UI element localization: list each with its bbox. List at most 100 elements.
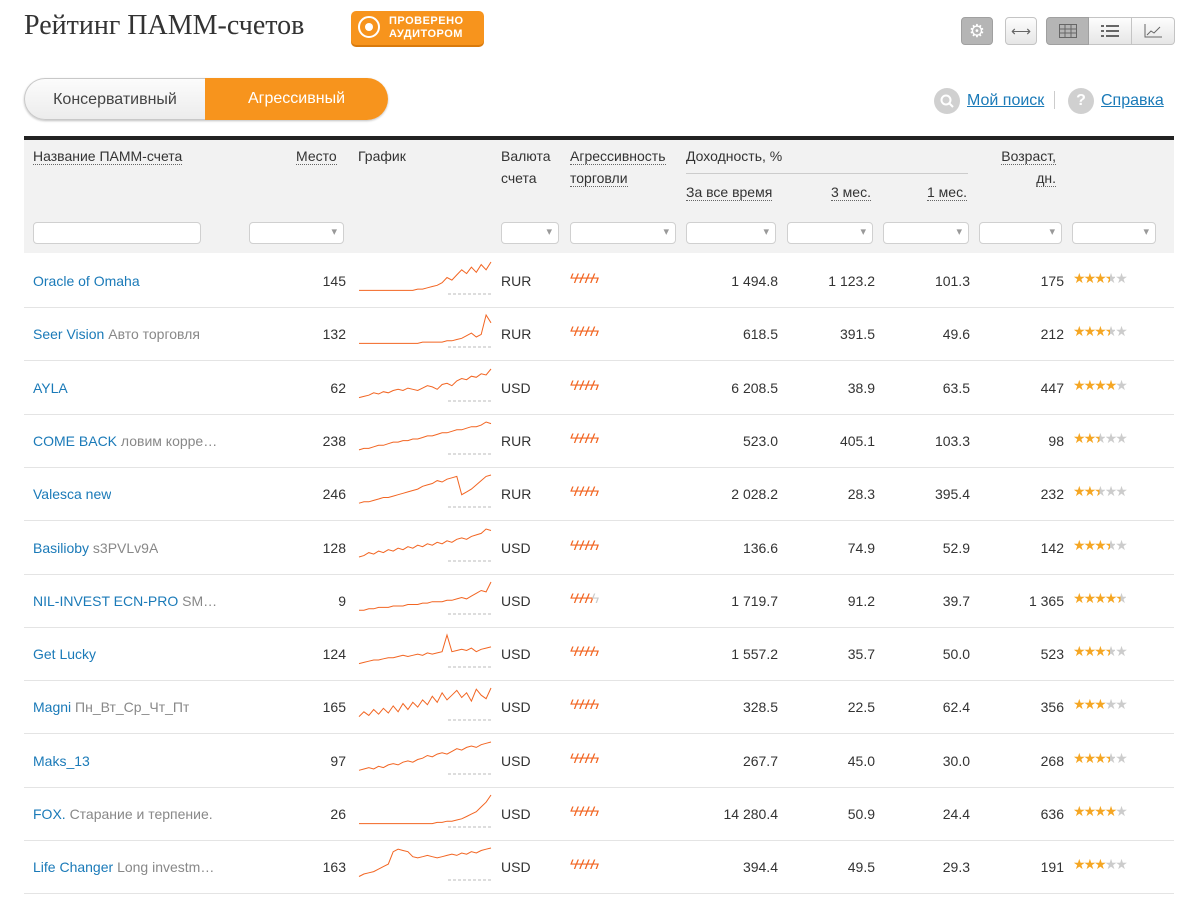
table-row[interactable]: Oracle of Omaha 145 RUR ϟϟϟϟϟ 1 494.8 1 123.2…: [24, 254, 1174, 308]
place-value: 62: [330, 379, 346, 396]
table-row[interactable]: Valesca new 246 RUR ϟϟϟϟϟ 2 028.2 28.3 395.4 23…: [24, 467, 1174, 522]
account-name-link[interactable]: Seer Vision Авто торговля: [33, 324, 200, 344]
my-search-label[interactable]: Мой поиск: [967, 92, 1044, 110]
age-days: 356: [1040, 699, 1064, 716]
currency-value: RUR: [501, 486, 532, 503]
filter-currency-select[interactable]: [501, 222, 559, 244]
yield-3m: 91.2: [847, 592, 875, 609]
sparkline-chart[interactable]: [358, 313, 492, 349]
filter-all-time-select[interactable]: [686, 222, 776, 244]
help-label[interactable]: Справка: [1101, 92, 1164, 110]
table-row[interactable]: Magni Пн_Вт_Ср_Чт_Пт 165 USD ϟϟϟϟϟ 328.5 22.5…: [24, 680, 1174, 735]
sparkline-line: [358, 421, 492, 451]
col-3m-header[interactable]: 3 мес.: [831, 181, 871, 203]
place-value: 128: [322, 539, 346, 556]
star-icon: ★: [1073, 270, 1085, 286]
col-chart-header: График: [358, 148, 406, 164]
rating-stars: ★★★★★: [1073, 321, 1128, 341]
col-age-header[interactable]: Возраст, дн.: [994, 145, 1056, 189]
star-icon: ★: [1094, 643, 1106, 660]
account-name-link[interactable]: AYLA: [33, 378, 68, 398]
expand-width-button[interactable]: ⟷: [1005, 17, 1037, 45]
table-row[interactable]: Seer Vision Авто торговля 132 RUR ϟϟϟϟϟ 618.…: [24, 307, 1174, 362]
filter-3m-select[interactable]: [787, 222, 873, 244]
place-value: 97: [330, 752, 346, 769]
star-icon: ★: [1104, 270, 1117, 286]
star-icon: ★: [1104, 376, 1117, 393]
star-icon: ★: [1104, 643, 1117, 660]
sparkline-chart[interactable]: [358, 686, 492, 722]
sparkline-chart[interactable]: [358, 420, 492, 456]
filter-1m-select[interactable]: [883, 222, 969, 244]
rating-stars: ★★★★★: [1073, 854, 1128, 874]
account-name-link[interactable]: Oracle of Omaha: [33, 271, 140, 291]
sparkline-chart[interactable]: [358, 580, 492, 616]
account-name-link[interactable]: COME BACK ловим корре…: [33, 431, 217, 451]
star-icon: ★: [1104, 696, 1117, 713]
table-row[interactable]: FOX. Старание и терпение. 26 USD ϟϟϟϟϟ 14 28…: [24, 787, 1174, 841]
sparkline-chart[interactable]: [358, 473, 492, 509]
grid-view-button[interactable]: [1046, 17, 1089, 45]
account-name-link[interactable]: Get Lucky: [33, 644, 96, 664]
account-name-link[interactable]: Maks_13: [33, 751, 90, 771]
sparkline-chart[interactable]: [358, 846, 492, 882]
filter-name-input[interactable]: [33, 222, 201, 244]
sparkline-chart[interactable]: [358, 633, 492, 669]
place-value: 145: [322, 273, 346, 289]
account-name-link[interactable]: Valesca new: [33, 484, 111, 504]
sparkline-line: [358, 741, 492, 771]
sparkline-chart[interactable]: [358, 740, 492, 776]
filter-rating-select[interactable]: [1072, 222, 1156, 244]
star-icon: ★: [1073, 323, 1085, 340]
table-row[interactable]: Life Changer Long investm… 163 USD ϟϟϟϟϟ 394…: [24, 840, 1174, 895]
col-1m-header[interactable]: 1 мес.: [927, 181, 967, 203]
star-icon: ★: [1104, 429, 1117, 446]
table-row[interactable]: Maks_13 97 USD ϟϟϟϟϟ 267.7 45.0 30.0 268 ★★★★★: [24, 734, 1174, 788]
list-view-button[interactable]: [1089, 17, 1132, 45]
filter-place-select[interactable]: [249, 222, 344, 244]
settings-button[interactable]: ⚙: [961, 17, 993, 45]
filter-age-select[interactable]: [979, 222, 1062, 244]
star-icon: ★: [1094, 696, 1106, 713]
star-icon: ★: [1073, 696, 1085, 713]
table-row[interactable]: COME BACK ловим корре… 238 RUR ϟϟϟϟϟ 523.0 40…: [24, 414, 1174, 468]
yield-3m: 1 123.2: [828, 273, 875, 289]
star-icon: ★: [1083, 429, 1096, 446]
place-value: 163: [322, 859, 346, 876]
filter-aggressiveness-select[interactable]: [570, 222, 676, 244]
star-icon: ★: [1094, 429, 1106, 446]
account-name-link[interactable]: NIL-INVEST ECN-PRO SM…: [33, 591, 217, 611]
help-link[interactable]: ? Справка: [1068, 88, 1164, 114]
my-search-link[interactable]: Мой поиск: [934, 88, 1044, 114]
col-aggressiveness-header[interactable]: Агрессивность торговли: [570, 145, 666, 189]
account-name-link[interactable]: Life Changer Long investm…: [33, 857, 214, 877]
aggressiveness-rating: ϟϟϟϟϟ: [570, 535, 599, 555]
chart-view-button[interactable]: [1132, 17, 1175, 45]
sparkline-chart[interactable]: [358, 793, 492, 829]
sparkline-line: [359, 581, 492, 611]
col-name-header[interactable]: Название ПАММ-счета: [33, 145, 183, 167]
aggressiveness-rating: ϟϟϟϟϟ: [570, 641, 599, 661]
aggressiveness-rating: ϟϟϟϟϟ: [570, 588, 599, 608]
table-row[interactable]: Basilioby s3PVLv9A 128 USD ϟϟϟϟϟ 136.6 74.9 52…: [24, 521, 1174, 575]
account-name-link[interactable]: FOX. Старание и терпение.: [33, 804, 213, 824]
sparkline-chart[interactable]: [358, 260, 492, 296]
aggressiveness-rating: ϟϟϟϟϟ: [570, 268, 599, 288]
col-all-time-header[interactable]: За все время: [686, 181, 773, 203]
star-icon: ★: [1073, 429, 1085, 446]
tab-conservative[interactable]: Консервативный: [24, 78, 205, 120]
sparkline-chart[interactable]: [358, 367, 492, 403]
audited-badge[interactable]: Проверено аудитором: [351, 11, 484, 45]
table-row[interactable]: AYLA 62 USD ϟϟϟϟϟ 6 208.5 38.9 63.5 447 ★★★★★: [24, 361, 1174, 415]
rating-stars: ★★★★★: [1073, 268, 1128, 288]
table-row[interactable]: NIL-INVEST ECN-PRO SM… 9 USD ϟϟϟϟϟ 1 719.7 91…: [24, 574, 1174, 628]
account-name-link[interactable]: Magni Пн_Вт_Ср_Чт_Пт: [33, 697, 189, 717]
col-place-header[interactable]: Место: [296, 145, 337, 167]
sparkline-chart[interactable]: [358, 527, 492, 563]
star-icon: ★: [1104, 536, 1117, 553]
currency-value: USD: [501, 539, 531, 556]
rating-stars: ★★★★★: [1073, 748, 1128, 768]
tab-aggressive[interactable]: Агрессивный: [205, 78, 388, 120]
account-name-link[interactable]: Basilioby s3PVLv9A: [33, 538, 158, 558]
table-row[interactable]: Get Lucky 124 USD ϟϟϟϟϟ 1 557.2 35.7 50.0 523 ★★…: [24, 627, 1174, 682]
